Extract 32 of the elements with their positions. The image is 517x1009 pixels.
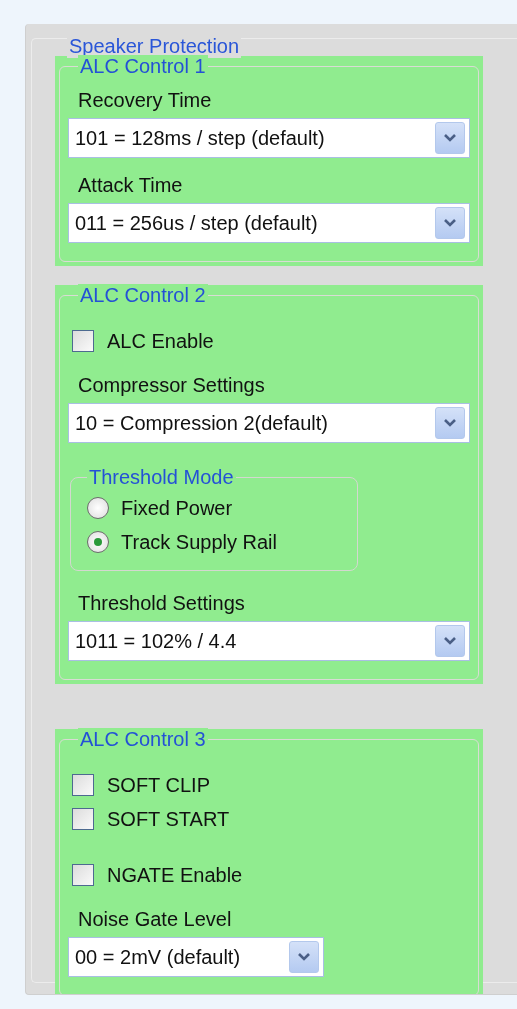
dropdown[interactable]: 1011 = 102% / 4.4 [68,621,470,661]
chevron-down-icon [297,952,311,962]
checkbox-label: SOFT CLIP [107,774,210,796]
checkbox-label: SOFT START [107,808,230,830]
radio-label: Fixed Power [121,497,233,519]
chevron-down-icon [443,133,457,143]
dropdown[interactable]: 101 = 128ms / step (default) [68,118,470,158]
chevron-down-icon [443,418,457,428]
dropdown[interactable]: 011 = 256us / step (default) [68,203,470,243]
radio-button[interactable] [87,497,109,519]
dropdown[interactable]: 10 = Compression 2(default) [68,403,470,443]
chevron-down-icon [443,636,457,646]
dropdown-arrow-button[interactable] [435,625,465,657]
chevron-down-icon [443,218,457,228]
radio-label: Track Supply Rail [121,531,277,553]
checkbox[interactable] [72,774,94,796]
checkbox-label: NGATE Enable [107,864,243,886]
dropdown[interactable]: 00 = 2mV (default) [68,937,324,977]
checkbox-label: ALC Enable [107,330,214,352]
dropdown-arrow-button[interactable] [435,207,465,239]
field-label: Attack Time [78,174,183,196]
radio-button[interactable] [87,531,109,553]
field-label: Recovery Time [78,89,212,111]
dropdown-arrow-button[interactable] [289,941,319,973]
dropdown-arrow-button[interactable] [435,407,465,439]
field-label: Compressor Settings [78,374,265,396]
checkbox[interactable] [72,330,94,352]
checkbox[interactable] [72,864,94,886]
dropdown-arrow-button[interactable] [435,122,465,154]
field-label: Noise Gate Level [78,908,232,930]
field-label: Threshold Settings [78,592,245,614]
checkbox[interactable] [72,808,94,830]
